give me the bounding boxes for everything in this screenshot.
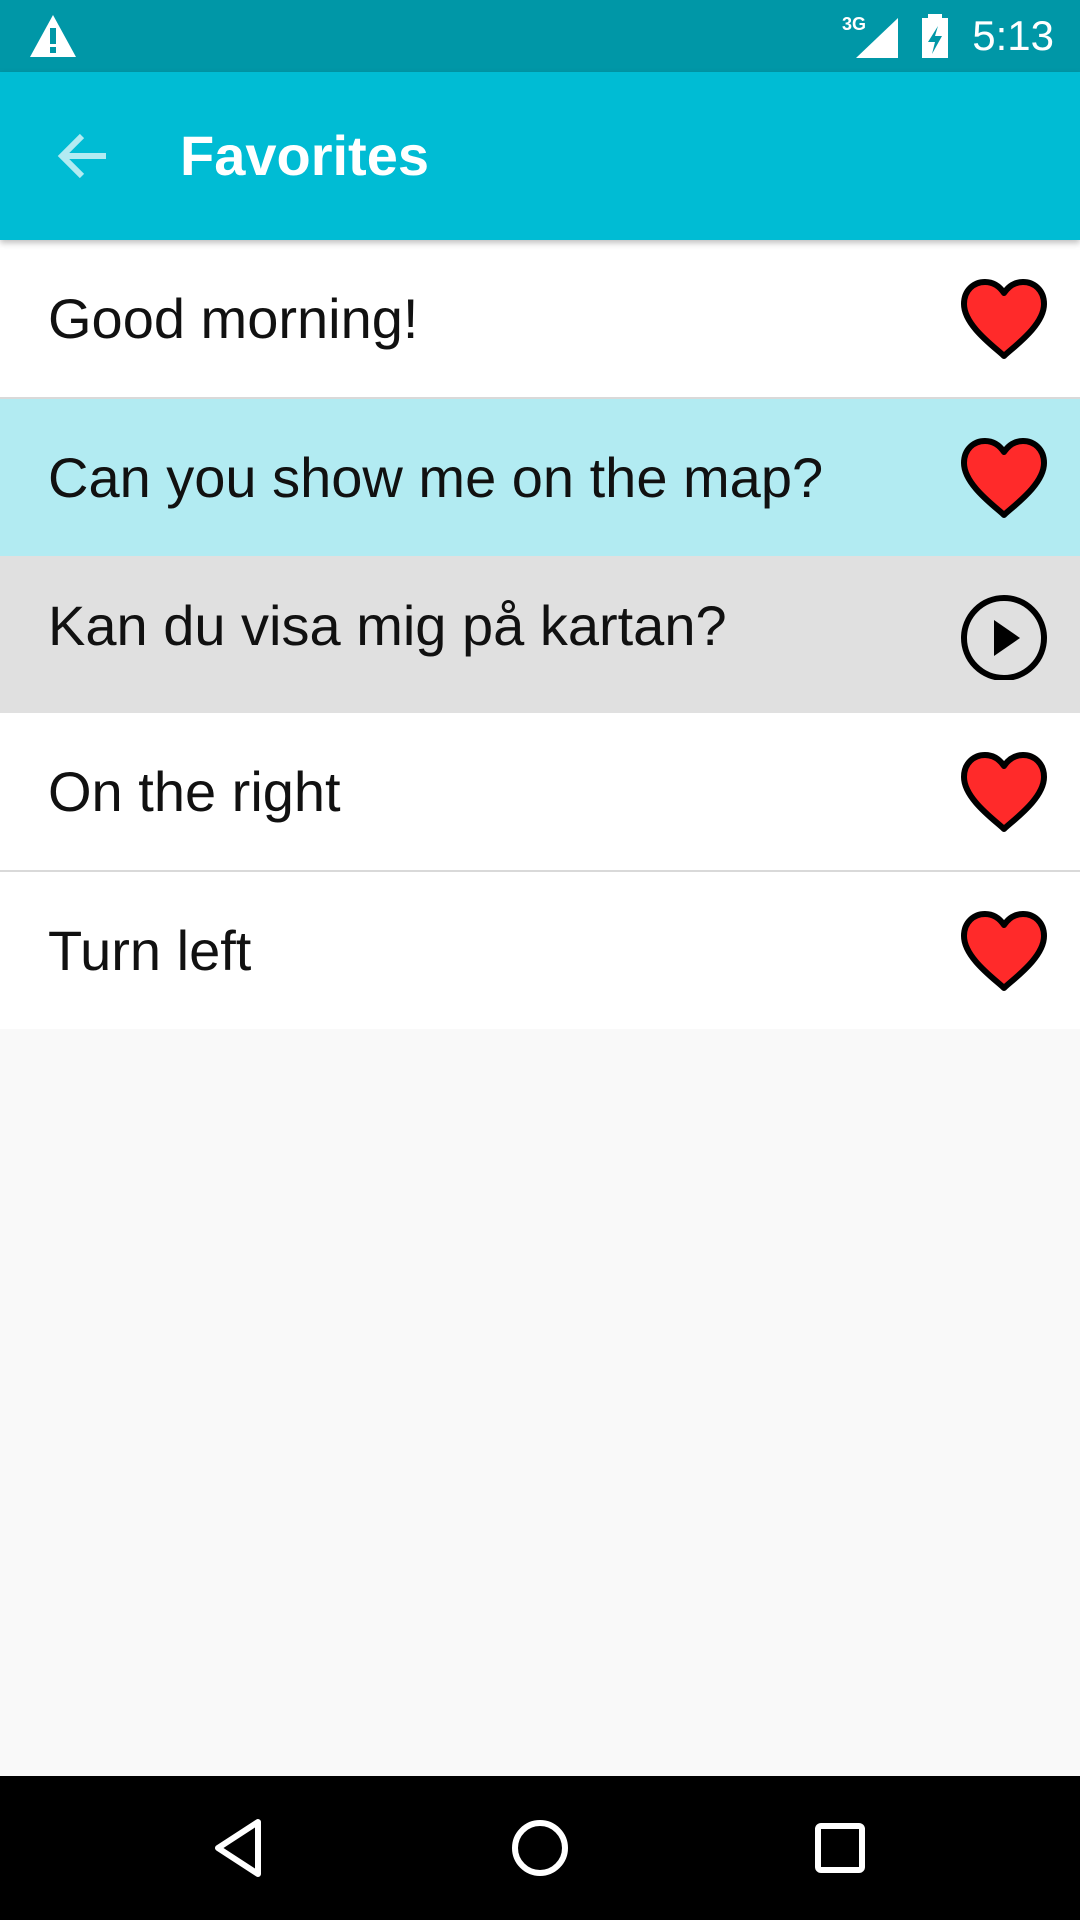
back-button[interactable] (48, 120, 120, 192)
nav-back-icon (215, 1819, 261, 1877)
favorite-button[interactable] (958, 908, 1050, 996)
play-icon (961, 595, 1047, 680)
list-item[interactable]: Turn left (0, 872, 1080, 1029)
list-item[interactable]: On the right (0, 713, 1080, 872)
list-item[interactable]: Can you show me on the map? (0, 399, 1080, 556)
heart-icon (961, 279, 1047, 359)
list-item-text: Turn left (48, 919, 252, 982)
favorite-button[interactable] (958, 435, 1050, 523)
nav-back-button[interactable] (204, 1812, 276, 1884)
arrow-left-icon (57, 133, 106, 179)
heart-icon (961, 911, 1047, 991)
heart-icon (961, 438, 1047, 518)
heart-icon (961, 752, 1047, 832)
list-item-text: On the right (48, 760, 341, 823)
warning-icon (28, 13, 78, 59)
play-audio-button[interactable] (958, 592, 1050, 680)
favorite-button[interactable] (958, 276, 1050, 364)
list-item-text: Good morning! (48, 287, 419, 350)
list-item[interactable]: Good morning! (0, 240, 1080, 399)
list-item-text: Can you show me on the map? (48, 446, 824, 509)
network-type-label: 3G (842, 14, 866, 34)
translation-row[interactable]: Kan du visa mig på kartan? (0, 556, 1080, 713)
status-bar: 3G 5:13 (0, 0, 1080, 72)
nav-recents-icon (815, 1823, 865, 1873)
battery-charging-icon (918, 12, 952, 60)
signal-3g-icon: 3G (840, 12, 900, 60)
app-bar: Favorites (0, 72, 1080, 240)
nav-home-button[interactable] (504, 1812, 576, 1884)
translation-text: Kan du visa mig på kartan? (48, 594, 727, 657)
status-time: 5:13 (972, 12, 1054, 59)
nav-recents-button[interactable] (804, 1812, 876, 1884)
favorite-button[interactable] (958, 749, 1050, 837)
page-title: Favorites (180, 124, 429, 187)
nav-home-icon (512, 1820, 568, 1876)
favorites-list: Good morning! Can you show me on the map… (0, 240, 1080, 1029)
navigation-bar (0, 1776, 1080, 1920)
